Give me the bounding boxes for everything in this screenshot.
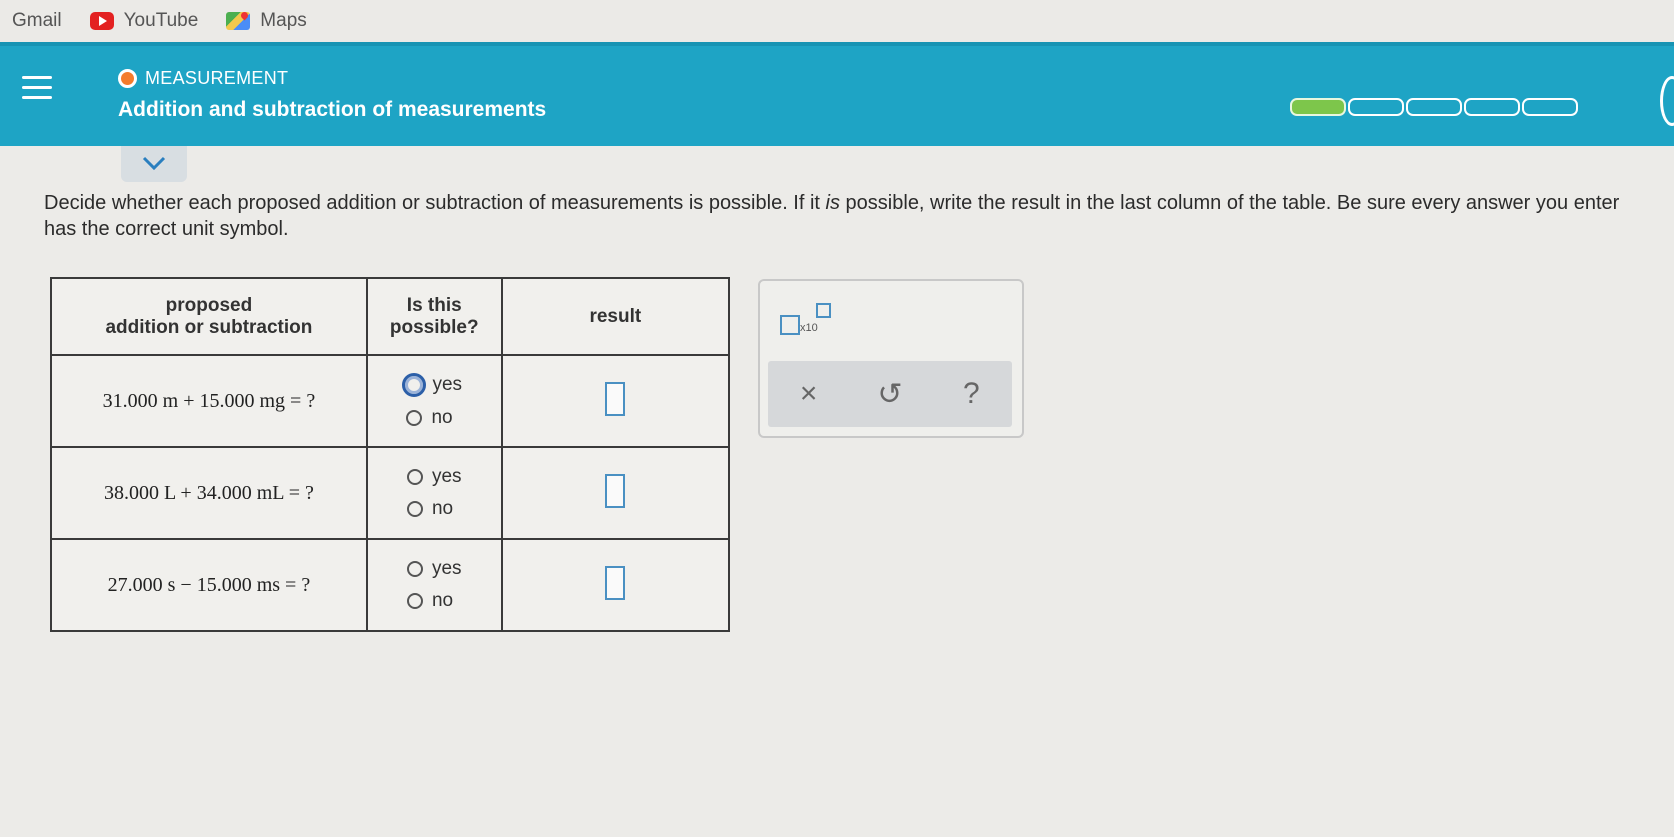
youtube-icon [89,12,114,30]
side-panel-button[interactable] [1660,76,1674,126]
radio-label: no [431,498,454,519]
possible-radio-group: yes no [402,368,463,434]
bookmark-label: Maps [260,10,307,31]
instructions-emphasis: is [825,192,840,214]
topic-status-icon [118,69,137,88]
progress-segment [1348,98,1404,116]
bookmark-maps[interactable]: Maps [226,10,307,32]
result-input[interactable] [605,565,626,600]
possible-cell: yes no [365,354,503,448]
page-title: Addition and subtraction of measurements [118,98,547,121]
radio-circle-icon[interactable] [406,561,423,577]
result-cell [500,446,731,540]
instructions-part: Decide whether each proposed addition or… [44,192,826,214]
base-box-icon [780,315,800,335]
possible-cell: yes no [365,446,503,540]
table-row: 38.000 L + 34.000 mL = ? yes no [50,446,731,540]
x10-label: x10 [800,322,818,334]
result-input[interactable] [605,381,626,416]
radio-label: no [431,407,453,428]
progress-segment [1406,98,1462,116]
expression: 31.000 m + 15.000 mg = ? [102,389,316,412]
radio-label: yes [432,374,463,395]
no-radio[interactable]: no [406,498,454,520]
measurement-table: proposed addition or subtraction Is this… [50,277,731,632]
header-text: proposed [165,294,253,316]
result-cell [500,538,731,632]
header-possible: Is this possible? [365,277,503,356]
expression-cell: 31.000 m + 15.000 mg = ? [50,354,368,448]
progress-bar [1290,98,1580,116]
undo-button[interactable]: ↺ [865,377,915,412]
progress-segment [1290,98,1346,116]
table-header-row: proposed addition or subtraction Is this… [50,277,731,356]
expression: 27.000 s − 15.000 ms = ? [107,573,311,596]
radio-circle-icon[interactable] [406,593,423,609]
radio-circle-icon[interactable] [406,469,423,485]
maps-icon [226,12,251,30]
result-input[interactable] [605,473,626,508]
radio-circle-icon[interactable] [402,373,427,397]
menu-icon[interactable] [22,76,52,102]
collapse-toggle[interactable] [121,146,187,182]
radio-label: yes [431,558,462,579]
bookmark-label: Gmail [12,10,62,31]
radio-circle-icon[interactable] [406,410,423,426]
topic-label: MEASUREMENT [145,68,289,88]
lesson-header: MEASUREMENT Addition and subtraction of … [0,42,1674,146]
header-proposed: proposed addition or subtraction [50,277,368,356]
yes-radio[interactable]: yes [406,466,462,488]
expression-cell: 38.000 L + 34.000 mL = ? [50,446,368,540]
progress-segment [1464,98,1520,116]
bookmark-label: YouTube [123,10,199,31]
exponent-box-icon [816,303,831,318]
radio-circle-icon[interactable] [406,501,423,517]
topic-row: MEASUREMENT [118,68,288,89]
instructions-text: Decide whether each proposed addition or… [44,190,1654,242]
chevron-down-icon [142,156,166,171]
expression: 38.000 L + 34.000 mL = ? [103,481,314,504]
tool-bar: × ↺ ? [768,361,1012,427]
help-button[interactable]: ? [946,377,996,411]
bookmarks-bar: Gmail YouTube Maps [0,0,1674,42]
header-text: possible? [389,316,479,338]
result-cell [500,354,731,448]
scientific-notation-button[interactable]: x10 [780,303,840,343]
table-row: 31.000 m + 15.000 mg = ? yes no [50,354,731,448]
answer-tools-panel: x10 × ↺ ? [758,279,1024,438]
possible-cell: yes no [365,538,503,632]
clear-button[interactable]: × [784,377,834,411]
yes-radio[interactable]: yes [402,373,463,397]
no-radio[interactable]: no [406,590,454,612]
no-radio[interactable]: no [406,407,453,429]
header-text: addition or subtraction [105,316,313,338]
expression-cell: 27.000 s − 15.000 ms = ? [50,538,368,632]
possible-radio-group: yes no [406,553,462,617]
header-text: Is this [406,294,462,316]
radio-label: no [431,590,454,611]
progress-segment [1522,98,1578,116]
yes-radio[interactable]: yes [406,558,462,580]
possible-radio-group: yes no [406,461,462,525]
bookmark-gmail[interactable]: Gmail [12,10,62,32]
table-row: 27.000 s − 15.000 ms = ? yes no [50,538,731,632]
radio-label: yes [431,466,462,487]
header-result: result [500,277,731,356]
bookmark-youtube[interactable]: YouTube [89,10,199,32]
